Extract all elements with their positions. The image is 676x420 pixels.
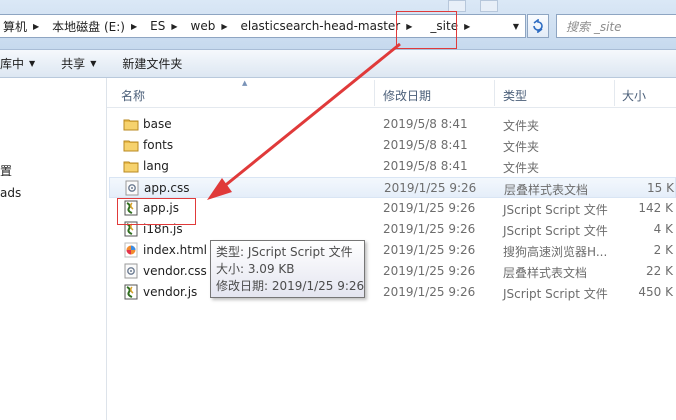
annotation-box-appjs	[117, 198, 196, 225]
file-date: 2019/1/25 9:26	[383, 243, 476, 257]
file-type: 层叠样式表文档	[504, 183, 589, 197]
refresh-button[interactable]	[527, 14, 549, 38]
file-info-tooltip: 类型: JScript Script 文件 大小: 3.09 KB 修改日期: …	[210, 240, 365, 298]
breadcrumb-item-elasticsearch-head-master[interactable]: elasticsearch-head-master ▶	[233, 15, 418, 37]
address-bar-area: 算机 ▶ 本地磁盘 (E:) ▶ ES ▶ web ▶ elasticsearc…	[0, 0, 676, 50]
css-file-icon	[124, 263, 138, 279]
file-date: 2019/1/25 9:26	[383, 285, 476, 299]
column-separator[interactable]	[614, 80, 615, 106]
file-date: 2019/5/8 8:41	[383, 159, 468, 173]
file-type: 文件夹	[503, 161, 540, 175]
refresh-icon	[533, 19, 543, 33]
html-file-icon	[124, 242, 138, 258]
chevron-right-icon[interactable]: ▶	[31, 22, 44, 31]
breadcrumb-item-computer[interactable]: 算机 ▶	[0, 15, 45, 37]
sort-ascending-icon: ▲	[242, 79, 248, 87]
include-in-library-button[interactable]: 库中 ▼	[0, 53, 43, 75]
share-label: 共享	[61, 57, 86, 71]
file-name: vendor.js	[143, 285, 198, 299]
file-date: 2019/1/25 9:26	[383, 201, 476, 215]
tooltip-date: 修改日期: 2019/1/25 9:26	[216, 279, 365, 293]
file-date: 2019/5/8 8:41	[383, 138, 468, 152]
file-type: JScript Script 文件	[503, 287, 608, 301]
file-name: index.html	[143, 243, 207, 257]
file-size: 142 K	[638, 201, 673, 215]
file-type: 文件夹	[503, 119, 540, 133]
file-date: 2019/1/25 9:26	[383, 222, 476, 236]
file-row[interactable]: app.css 2019/1/25 9:26 层叠样式表文档 15 K	[109, 177, 676, 198]
file-type: 文件夹	[503, 140, 540, 154]
search-placeholder: 搜索 _site	[566, 19, 622, 34]
new-folder-button[interactable]: 新建文件夹	[114, 53, 190, 75]
breadcrumb-label: 本地磁盘 (E:)	[52, 19, 125, 34]
breadcrumb-label: elasticsearch-head-master	[240, 19, 401, 33]
file-size: 15 K	[647, 181, 674, 195]
file-size: 22 K	[646, 264, 673, 278]
file-type: 搜狗高速浏览器H...	[503, 245, 608, 259]
file-name: lang	[143, 159, 169, 173]
file-date: 2019/1/25 9:26	[383, 264, 476, 278]
tooltip-type: 类型: JScript Script 文件	[216, 245, 353, 259]
tooltip-size: 大小: 3.09 KB	[216, 262, 295, 276]
nav-item[interactable]: 置	[0, 162, 12, 179]
file-row[interactable]: vendor.js 2019/1/25 9:26 JScript Script 文件…	[109, 282, 676, 303]
file-size: 4 K	[653, 222, 673, 236]
chevron-right-icon[interactable]: ▶	[462, 22, 475, 31]
file-list: ▲ 名称 修改日期 类型 大小 base 2019/5/8 8:41 文件夹 font…	[107, 78, 676, 420]
file-row[interactable]: fonts 2019/5/8 8:41 文件夹	[109, 135, 676, 156]
file-date: 2019/5/8 8:41	[383, 117, 468, 131]
breadcrumb-label: ES	[150, 19, 166, 33]
js-file-icon	[124, 284, 138, 300]
annotation-box-site	[396, 11, 457, 49]
breadcrumb-label: 算机	[3, 19, 28, 34]
chevron-right-icon[interactable]: ▶	[219, 22, 232, 31]
file-row[interactable]: base 2019/5/8 8:41 文件夹	[109, 114, 676, 135]
breadcrumb-item-drive[interactable]: 本地磁盘 (E:) ▶	[45, 15, 143, 37]
search-input[interactable]: 搜索 _site	[556, 14, 676, 38]
chevron-down-icon: ▼	[90, 59, 97, 68]
chevron-down-icon: ▼	[29, 59, 36, 68]
file-row[interactable]: lang 2019/5/8 8:41 文件夹	[109, 156, 676, 177]
file-row[interactable]: index.html 2019/1/25 9:26 搜狗高速浏览器H... 2 K	[109, 240, 676, 261]
include-in-library-label: 库中	[0, 57, 25, 71]
breadcrumb-label: web	[190, 19, 216, 33]
file-name: vendor.css	[143, 264, 207, 278]
file-row[interactable]: vendor.css 2019/1/25 9:26 层叠样式表文档 22 K	[109, 261, 676, 282]
file-name: fonts	[143, 138, 174, 152]
nav-item-label: 置	[0, 164, 13, 178]
breadcrumb-item-web[interactable]: web ▶	[184, 15, 234, 37]
column-header-row: ▲ 名称 修改日期 类型 大小	[107, 78, 676, 108]
nav-item[interactable]: ads	[0, 186, 21, 200]
chevron-right-icon[interactable]: ▶	[169, 22, 182, 31]
window-control[interactable]	[480, 0, 498, 12]
command-toolbar: 库中 ▼ 共享 ▼ 新建文件夹	[0, 50, 676, 78]
address-history-dropdown[interactable]: ▼	[507, 15, 525, 37]
file-size: 2 K	[653, 243, 673, 257]
new-folder-label: 新建文件夹	[122, 57, 183, 71]
css-file-icon	[125, 180, 139, 196]
chevron-right-icon[interactable]: ▶	[129, 22, 142, 31]
file-name: app.css	[144, 181, 190, 195]
column-separator[interactable]	[374, 80, 375, 106]
file-name: base	[143, 117, 172, 131]
file-type: JScript Script 文件	[503, 203, 608, 217]
file-date: 2019/1/25 9:26	[384, 181, 477, 195]
folder-icon	[123, 119, 139, 131]
column-header-name[interactable]: 名称	[121, 87, 145, 104]
file-size: 450 K	[638, 285, 673, 299]
file-type: JScript Script 文件	[503, 224, 608, 238]
nav-item-label: ads	[0, 186, 22, 200]
column-separator[interactable]	[494, 80, 495, 106]
column-header-type[interactable]: 类型	[503, 87, 527, 104]
file-type: 层叠样式表文档	[503, 266, 588, 280]
breadcrumb-item-es[interactable]: ES ▶	[143, 15, 183, 37]
navigation-pane: 置 ads	[0, 78, 106, 420]
share-button[interactable]: 共享 ▼	[53, 53, 104, 75]
column-header-size[interactable]: 大小	[622, 87, 646, 104]
column-header-date[interactable]: 修改日期	[383, 87, 431, 104]
folder-icon	[123, 140, 139, 152]
folder-icon	[123, 161, 139, 173]
